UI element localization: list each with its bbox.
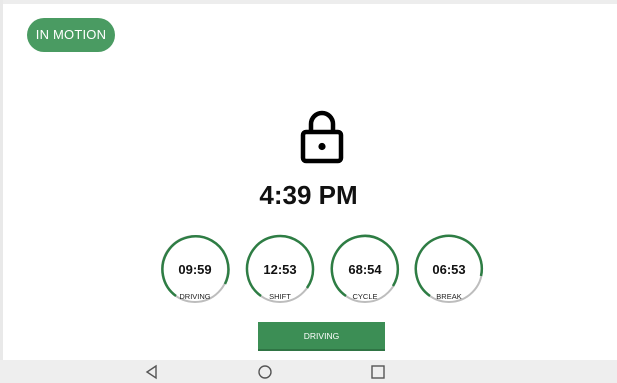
back-icon[interactable] — [142, 362, 162, 382]
recents-icon[interactable] — [368, 362, 388, 382]
cycle-timer-value: 68:54 — [348, 262, 382, 277]
shift-timer-value: 12:53 — [263, 262, 297, 277]
home-icon[interactable] — [255, 362, 275, 382]
system-navbar — [0, 360, 617, 383]
driving-timer-value: 09:59 — [178, 262, 212, 277]
break-timer: 06:53 BREAK — [414, 234, 484, 304]
duty-status-button[interactable]: DRIVING — [258, 322, 385, 351]
in-motion-badge: IN MOTION — [27, 18, 115, 52]
screen: IN MOTION 4:39 PM 09:59 DRIVING 12:53 SH… — [0, 0, 617, 383]
cycle-timer-label: CYCLE — [352, 292, 378, 301]
lock-icon — [300, 110, 344, 164]
current-time: 4:39 PM — [259, 180, 358, 210]
driving-timer-label: DRIVING — [179, 292, 211, 301]
shift-timer: 12:53 SHIFT — [245, 234, 315, 304]
shift-timer-label: SHIFT — [269, 292, 291, 301]
top-edge — [0, 0, 617, 4]
driving-timer: 09:59 DRIVING — [160, 234, 230, 304]
break-timer-value: 06:53 — [432, 262, 466, 277]
break-timer-label: BREAK — [436, 292, 462, 301]
cycle-timer: 68:54 CYCLE — [330, 234, 400, 304]
